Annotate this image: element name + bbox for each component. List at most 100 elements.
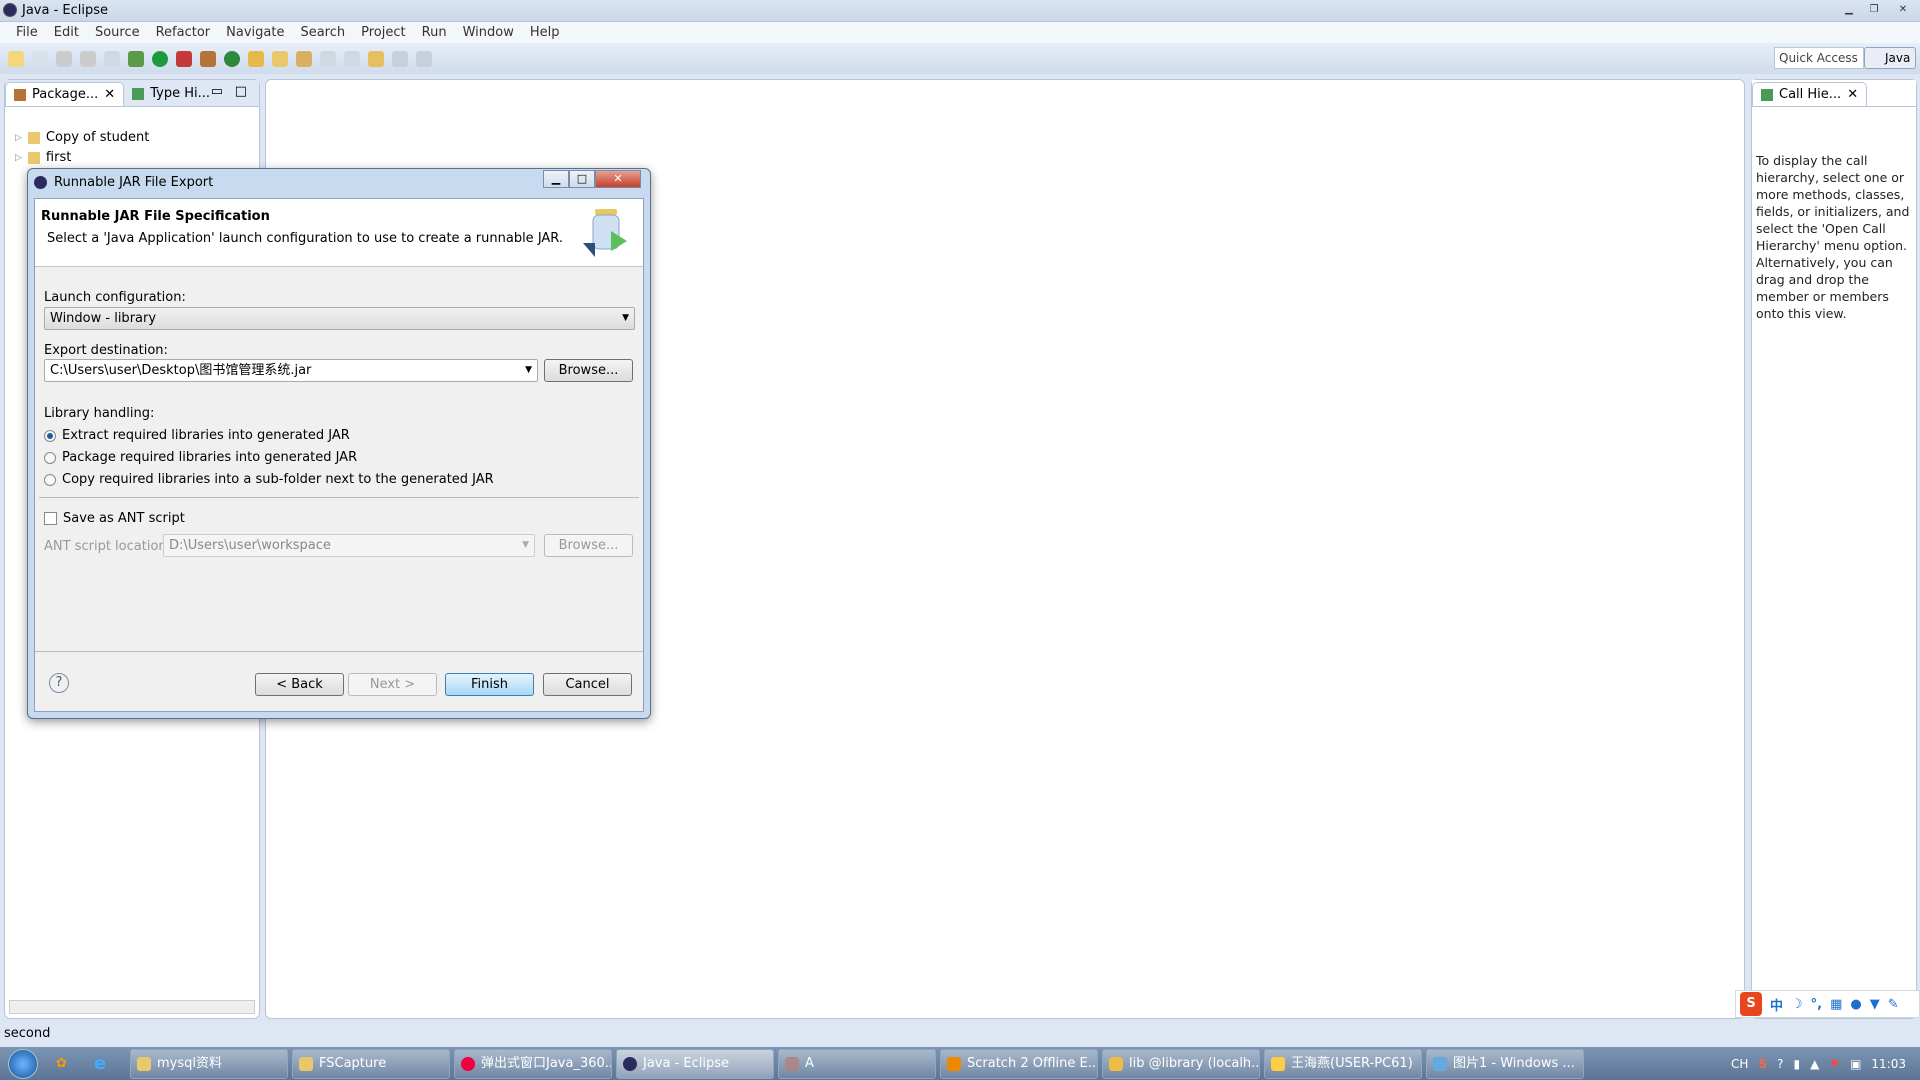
- task-scratch[interactable]: Scratch 2 Offline E...: [940, 1048, 1098, 1079]
- network-icon[interactable]: ▣: [1850, 1057, 1861, 1071]
- expand-arrow-icon[interactable]: ▷: [15, 133, 22, 143]
- radio-extract-libraries[interactable]: Extract required libraries into generate…: [44, 428, 350, 443]
- tab-type-hierarchy[interactable]: Type Hi...: [124, 82, 218, 106]
- save-icon[interactable]: [56, 50, 72, 67]
- maximize-view-icon[interactable]: □: [235, 84, 247, 99]
- new-icon[interactable]: [8, 50, 24, 67]
- restore-button[interactable]: ❐: [1863, 2, 1885, 17]
- last-edit-icon[interactable]: [368, 50, 384, 67]
- radio-package-libraries[interactable]: Package required libraries into generate…: [44, 450, 357, 465]
- new-class-icon[interactable]: [224, 50, 240, 67]
- new-type-icon[interactable]: [32, 50, 48, 67]
- menu-bar: File Edit Source Refactor Navigate Searc…: [0, 21, 1920, 43]
- task-a[interactable]: A: [778, 1048, 936, 1079]
- ant-browse-button[interactable]: Browse...: [544, 534, 633, 557]
- dialog-minimize-button[interactable]: ▁: [543, 170, 569, 188]
- task-lib-library[interactable]: lib @library (localh...: [1102, 1048, 1260, 1079]
- menu-refactor[interactable]: Refactor: [148, 22, 219, 43]
- clock[interactable]: 11:03: [1871, 1057, 1906, 1071]
- ie-icon[interactable]: e: [94, 1053, 122, 1074]
- open-type-icon[interactable]: [248, 50, 264, 67]
- app-icon[interactable]: ✿: [56, 1056, 84, 1071]
- tab-package-explorer[interactable]: Package... ✕: [5, 82, 125, 107]
- menu-search[interactable]: Search: [292, 22, 353, 43]
- task-chat[interactable]: 王海燕(USER-PC61): [1264, 1048, 1422, 1079]
- help-icon[interactable]: ?: [49, 673, 69, 693]
- task-fscapture[interactable]: FSCapture: [292, 1048, 450, 1079]
- dialog-title-bar: Runnable JAR File Export ▁ □ ✕: [28, 169, 650, 198]
- expand-arrow-icon[interactable]: ▷: [15, 153, 22, 163]
- tree-item-copy-of-student[interactable]: ▷ Copy of student: [15, 130, 149, 145]
- back-button[interactable]: < Back: [255, 673, 344, 696]
- minimize-view-icon[interactable]: ▭: [211, 84, 223, 99]
- task-mysql[interactable]: mysql资料: [130, 1048, 288, 1079]
- tree-item-first[interactable]: ▷ first: [15, 150, 71, 165]
- tree-label: Copy of student: [45, 130, 150, 145]
- ime-toolbar: S 中 ☽ °, ▦ ● ▼ ✎: [1735, 990, 1920, 1018]
- horizontal-scrollbar[interactable]: [9, 1000, 255, 1014]
- usb-icon[interactable]: ▮: [1793, 1057, 1800, 1071]
- new-package-icon[interactable]: [200, 50, 216, 67]
- minimize-button[interactable]: ▁: [1838, 2, 1860, 17]
- close-icon[interactable]: ✕: [104, 83, 115, 107]
- export-browse-button[interactable]: Browse...: [544, 359, 633, 382]
- menu-project[interactable]: Project: [353, 22, 413, 43]
- jar-export-icon: [583, 209, 627, 257]
- skin-icon[interactable]: ▼: [1870, 997, 1880, 1012]
- help-tray-icon[interactable]: ?: [1777, 1057, 1783, 1071]
- hierarchy-icon: [132, 88, 145, 100]
- divider: [35, 651, 643, 652]
- moon-icon[interactable]: ☽: [1791, 997, 1803, 1012]
- radio-copy-libraries[interactable]: Copy required libraries into a sub-folde…: [44, 472, 494, 487]
- menu-run[interactable]: Run: [414, 22, 455, 43]
- cancel-button[interactable]: Cancel: [543, 673, 632, 696]
- save-all-icon[interactable]: [80, 50, 96, 67]
- punctuation-icon[interactable]: °,: [1811, 997, 1822, 1012]
- menu-file[interactable]: File: [8, 22, 46, 43]
- close-button[interactable]: ✕: [1892, 2, 1914, 17]
- menu-navigate[interactable]: Navigate: [218, 22, 292, 43]
- export-destination-label: Export destination:: [44, 343, 168, 358]
- user-icon[interactable]: ●: [1850, 997, 1861, 1012]
- show-hidden-icons[interactable]: ▲: [1810, 1057, 1819, 1071]
- task-browser[interactable]: 弹出式窗口Java_360...: [454, 1048, 612, 1079]
- menu-window[interactable]: Window: [455, 22, 522, 43]
- task-image-viewer[interactable]: 图片1 - Windows ...: [1426, 1048, 1584, 1079]
- language-indicator[interactable]: CH: [1731, 1057, 1748, 1071]
- menu-edit[interactable]: Edit: [46, 22, 87, 43]
- launch-config-select[interactable]: Window - library ▼: [44, 307, 635, 330]
- keyboard-icon[interactable]: ▦: [1830, 997, 1842, 1012]
- open-task-icon[interactable]: [272, 50, 288, 67]
- chevron-down-icon: ▼: [525, 365, 532, 375]
- sogou-tray-icon[interactable]: S: [1758, 1057, 1767, 1071]
- external-tools-icon[interactable]: [176, 50, 192, 67]
- windows-logo-icon: [8, 1048, 38, 1079]
- close-icon[interactable]: ✕: [1847, 83, 1858, 107]
- prev-annotation-icon[interactable]: [344, 50, 360, 67]
- search-icon[interactable]: [296, 50, 312, 67]
- ime-mode[interactable]: 中: [1770, 995, 1783, 1014]
- forward-icon[interactable]: [416, 50, 432, 67]
- start-button[interactable]: [0, 1047, 46, 1080]
- back-icon[interactable]: [392, 50, 408, 67]
- skip-breakpoints-icon[interactable]: [104, 50, 120, 67]
- task-eclipse[interactable]: Java - Eclipse: [616, 1048, 774, 1079]
- settings-icon[interactable]: ✎: [1888, 997, 1899, 1012]
- sogou-logo-icon[interactable]: S: [1740, 992, 1762, 1016]
- menu-help[interactable]: Help: [522, 22, 568, 43]
- save-ant-checkbox[interactable]: Save as ANT script: [44, 511, 185, 526]
- ant-location-input[interactable]: D:\Users\user\workspace ▼: [163, 534, 535, 557]
- java-perspective-button[interactable]: Java: [1864, 47, 1916, 69]
- run-icon[interactable]: [152, 50, 168, 67]
- menu-source[interactable]: Source: [87, 22, 148, 43]
- quick-access-input[interactable]: Quick Access: [1774, 47, 1864, 69]
- dialog-close-button[interactable]: ✕: [595, 170, 641, 188]
- finish-button[interactable]: Finish: [445, 673, 534, 696]
- debug-icon[interactable]: [128, 50, 144, 67]
- next-button[interactable]: Next >: [348, 673, 437, 696]
- export-destination-input[interactable]: C:\Users\user\Desktop\图书馆管理系统.jar ▼: [44, 359, 538, 382]
- dialog-maximize-button[interactable]: □: [569, 170, 595, 188]
- tab-call-hierarchy[interactable]: Call Hie... ✕: [1752, 82, 1868, 107]
- next-annotation-icon[interactable]: [320, 50, 336, 67]
- action-center-icon[interactable]: ⚑: [1829, 1057, 1840, 1071]
